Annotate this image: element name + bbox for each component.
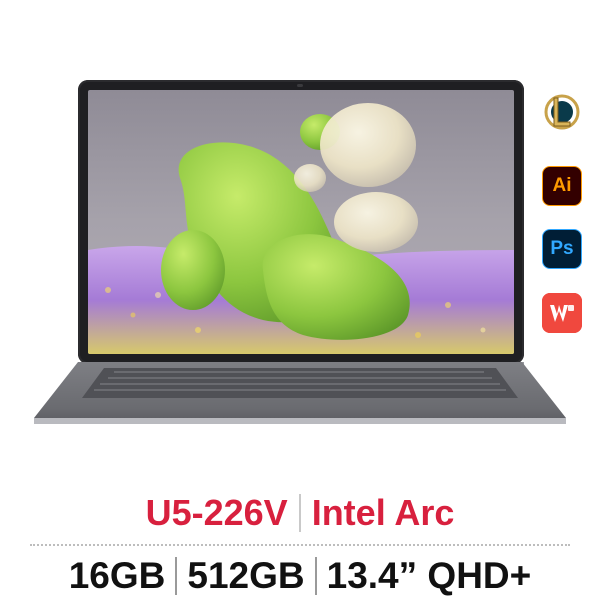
laptop-keyboard-deck — [34, 362, 566, 424]
spec-separator — [175, 557, 178, 595]
gpu-label: Intel Arc — [311, 492, 455, 533]
spec-separator — [314, 557, 317, 595]
adobe-photoshop-icon: Ps — [542, 229, 582, 269]
spec-line-cpu-gpu: U5-226V Intel Arc — [0, 488, 600, 538]
spec-line-memory-display: 16GB 512GB 13.4” QHD+ — [0, 552, 600, 600]
laptop-image — [0, 0, 600, 440]
cpu-label: U5-226V — [145, 492, 288, 533]
ram-label: 16GB — [68, 555, 166, 596]
laptop-screen-wallpaper — [88, 90, 514, 354]
league-of-legends-icon — [542, 92, 582, 132]
dotted-divider — [30, 544, 570, 546]
app-icons-column: Ai Ps — [536, 92, 592, 342]
webcam — [297, 84, 303, 87]
adobe-illustrator-icon: Ai — [542, 166, 582, 206]
wps-office-icon — [542, 293, 582, 333]
spec-separator — [298, 494, 301, 532]
display-label: 13.4” QHD+ — [326, 555, 532, 596]
storage-label: 512GB — [187, 555, 305, 596]
